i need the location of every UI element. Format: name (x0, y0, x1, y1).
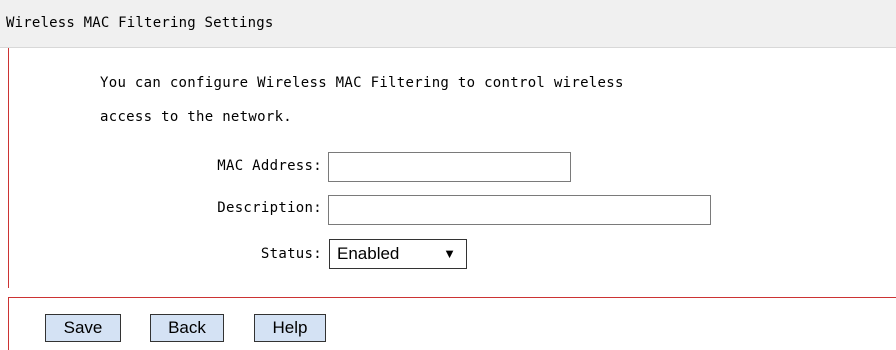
chevron-down-icon: ▼ (443, 246, 456, 261)
status-label: Status: (260, 246, 322, 262)
mac-filter-settings-page: Wireless MAC Filtering Settings You can … (0, 0, 896, 350)
left-border-line-lower (8, 298, 9, 350)
intro-line-1: You can configure Wireless MAC Filtering… (100, 75, 624, 91)
description-label: Description: (217, 200, 322, 216)
page-title: Wireless MAC Filtering Settings (6, 15, 274, 31)
save-button[interactable]: Save (45, 314, 121, 342)
title-bar: Wireless MAC Filtering Settings (0, 0, 896, 48)
status-select[interactable]: Enabled ▼ (329, 239, 467, 269)
back-button[interactable]: Back (150, 314, 224, 342)
status-select-value: Enabled (337, 244, 400, 263)
intro-line-2: access to the network. (100, 109, 293, 125)
help-button[interactable]: Help (254, 314, 326, 342)
description-input[interactable] (328, 195, 711, 225)
intro-text: You can configure Wireless MAC Filtering… (100, 66, 800, 134)
left-border-line (8, 48, 9, 288)
mac-address-input[interactable] (328, 152, 571, 182)
mac-address-label: MAC Address: (217, 158, 322, 174)
section-divider (8, 297, 896, 298)
